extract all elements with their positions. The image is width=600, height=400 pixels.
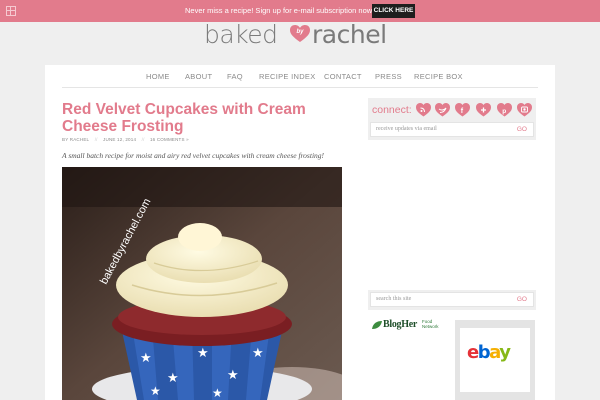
logo-word-rachel: rachel bbox=[312, 20, 387, 49]
blogher-badge[interactable]: BlogHer Food Network bbox=[369, 318, 449, 334]
cupcake-illustration: ★ ★ ★ ★ ★ ★ ★ bakedbyrachel.com bbox=[62, 167, 342, 400]
google-plus-icon[interactable] bbox=[476, 103, 491, 117]
blogher-subtitle: Food Network bbox=[422, 319, 439, 329]
post-summary: A small batch recipe for moist and airy … bbox=[62, 151, 325, 160]
subscribe-form: receive updates via email GO bbox=[370, 122, 534, 137]
svg-text:★: ★ bbox=[227, 368, 239, 383]
post-date: JUNE 12, 2014 bbox=[103, 137, 137, 142]
announcement-bar: Never miss a recipe! Sign up for e-mail … bbox=[0, 0, 600, 22]
leaf-icon bbox=[372, 321, 382, 329]
search-form: search this site GO bbox=[370, 292, 534, 307]
subscribe-go-button[interactable]: GO bbox=[517, 126, 527, 133]
instagram-icon[interactable] bbox=[517, 103, 532, 117]
svg-text:★: ★ bbox=[197, 346, 209, 361]
meta-separator: // bbox=[94, 137, 98, 142]
email-input[interactable]: receive updates via email bbox=[376, 126, 437, 132]
nav-item-press[interactable]: PRESS bbox=[375, 72, 402, 81]
search-go-button[interactable]: GO bbox=[517, 296, 527, 303]
ebay-logo: ebay bbox=[467, 342, 511, 363]
connect-label: connect: bbox=[372, 104, 412, 116]
nav-item-home[interactable]: HOME bbox=[146, 72, 170, 81]
svg-text:★: ★ bbox=[167, 371, 179, 386]
nav-item-about[interactable]: ABOUT bbox=[185, 72, 212, 81]
nav-item-recipe-box[interactable]: RECIPE BOX bbox=[414, 72, 463, 81]
main-nav: HOME ABOUT FAQ RECIPE INDEX CONTACT PRES… bbox=[62, 70, 538, 88]
cupcake-photo[interactable]: ★ ★ ★ ★ ★ ★ ★ bakedbyrachel.com bbox=[62, 167, 342, 400]
nav-item-faq[interactable]: FAQ bbox=[227, 72, 243, 81]
pinterest-icon[interactable]: p bbox=[497, 103, 512, 117]
svg-text:★: ★ bbox=[140, 351, 152, 366]
post-comments-link[interactable]: 16 COMMENTS » bbox=[150, 137, 189, 142]
svg-text:★: ★ bbox=[150, 384, 161, 398]
post-title[interactable]: Red Velvet Cupcakes with Cream Cheese Fr… bbox=[62, 101, 332, 135]
announcement-text: Never miss a recipe! Sign up for e-mail … bbox=[185, 6, 375, 15]
site-logo[interactable]: baked by rachel bbox=[204, 20, 404, 50]
grid-icon[interactable] bbox=[6, 6, 16, 16]
nav-item-recipe-index[interactable]: RECIPE INDEX bbox=[259, 72, 316, 81]
post-meta: BY RACHEL // JUNE 12, 2014 // 16 COMMENT… bbox=[62, 137, 193, 142]
search-input[interactable]: search this site bbox=[376, 296, 411, 302]
click-here-button[interactable]: CLICK HERE bbox=[372, 4, 415, 18]
blogher-name: BlogHer bbox=[383, 319, 418, 330]
logo-word-by: by bbox=[296, 29, 304, 35]
twitter-icon[interactable] bbox=[435, 103, 450, 117]
svg-text:p: p bbox=[502, 108, 506, 115]
svg-text:★: ★ bbox=[252, 346, 264, 361]
ebay-ad[interactable]: ebay bbox=[455, 320, 535, 400]
logo-word-baked: baked bbox=[204, 20, 278, 49]
rss-icon[interactable] bbox=[416, 103, 431, 117]
nav-item-contact[interactable]: CONTACT bbox=[324, 72, 362, 81]
post-author[interactable]: BY RACHEL bbox=[62, 137, 89, 142]
facebook-icon[interactable]: f bbox=[455, 103, 470, 117]
meta-separator: // bbox=[141, 137, 145, 142]
svg-text:★: ★ bbox=[212, 386, 223, 400]
